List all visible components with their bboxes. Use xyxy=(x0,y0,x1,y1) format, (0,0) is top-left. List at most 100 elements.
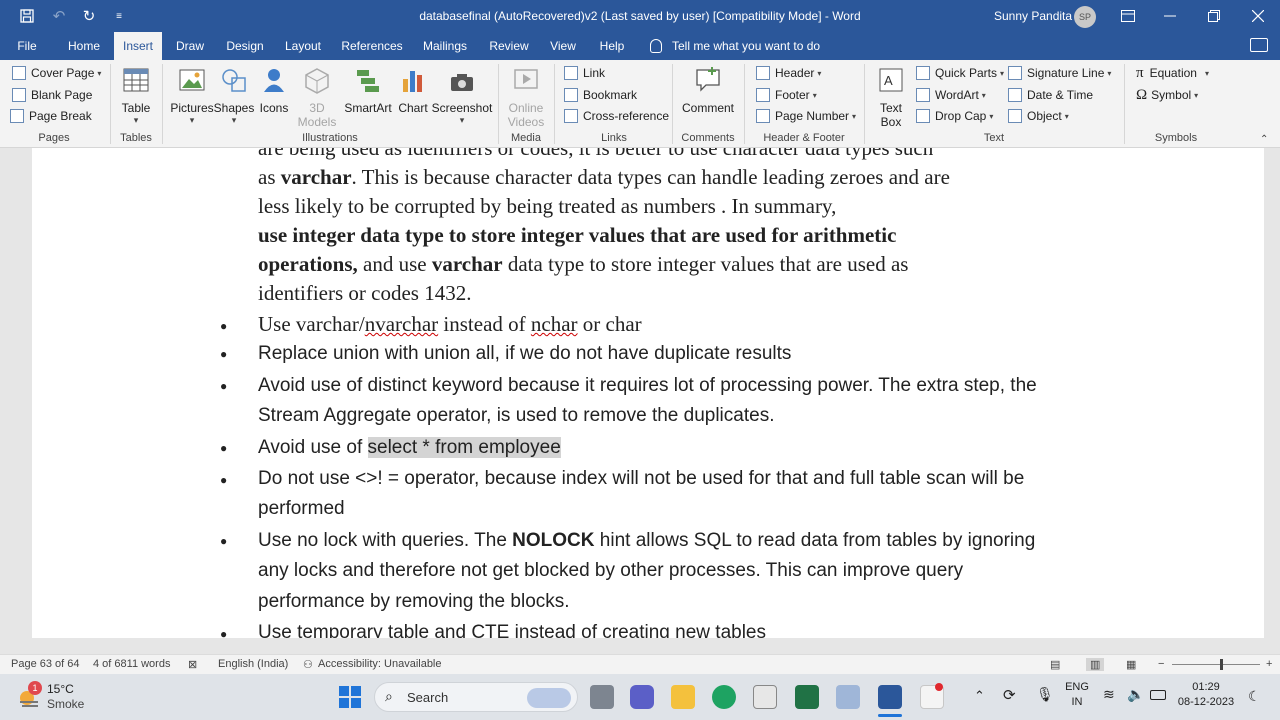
sync-icon[interactable]: ⟳ xyxy=(1003,686,1016,704)
equation-button[interactable]: π Equation ▾ xyxy=(1136,63,1209,83)
excel-icon[interactable] xyxy=(795,685,819,709)
focus-icon[interactable]: ▤ xyxy=(1050,658,1060,671)
weather-desc[interactable]: Smoke xyxy=(47,697,84,711)
tab-insert[interactable]: Insert xyxy=(114,32,162,60)
chevron-up-icon[interactable]: ⌃ xyxy=(974,688,985,704)
list-item: Use no lock with queries. The NOLOCK hin… xyxy=(258,530,1036,551)
edge-browser-icon[interactable] xyxy=(712,685,736,709)
drop-cap-button[interactable]: Drop Cap ▾ xyxy=(916,106,993,126)
save-icon[interactable] xyxy=(12,0,42,32)
page-count[interactable]: Page 63 of 64 xyxy=(11,658,80,670)
title-bar: ↶ ↻ ≡ databasefinal (AutoRecovered)v2 (L… xyxy=(0,0,1280,32)
pictures-button[interactable]: Pictures ▾ xyxy=(170,65,214,126)
table-button[interactable]: Table ▾ xyxy=(118,65,154,126)
bookmark-button[interactable]: Bookmark xyxy=(564,85,637,105)
volume-icon[interactable]: 🔈 xyxy=(1127,686,1144,703)
object-button[interactable]: Object ▾ xyxy=(1008,106,1069,126)
date-time-button[interactable]: Date & Time xyxy=(1008,85,1093,105)
shapes-button[interactable]: Shapes ▾ xyxy=(214,65,254,126)
tab-file[interactable]: File xyxy=(8,32,46,60)
language-status[interactable]: English (India) xyxy=(218,658,288,670)
proofing-icon[interactable]: ⊠ xyxy=(188,658,197,671)
comment-icon xyxy=(696,67,720,92)
accessibility-status[interactable]: Accessibility: Unavailable xyxy=(318,658,442,670)
snipping-tool-icon[interactable] xyxy=(753,685,777,709)
windows-start-icon[interactable] xyxy=(338,685,362,709)
collapse-ribbon-icon[interactable]: ⌃ xyxy=(1260,134,1268,145)
minimize-button[interactable] xyxy=(1148,0,1192,32)
quick-parts-button[interactable]: Quick Parts ▾ xyxy=(916,63,1004,83)
search-highlight-icon xyxy=(527,688,571,708)
chart-button[interactable]: Chart xyxy=(396,65,430,115)
taskbar-search[interactable]: ⌕ Search xyxy=(374,682,578,712)
word-icon[interactable] xyxy=(878,685,902,709)
page-number-button[interactable]: Page Number ▾ xyxy=(756,106,856,126)
tab-help[interactable]: Help xyxy=(594,32,630,60)
tab-view[interactable]: View xyxy=(546,32,580,60)
vertical-scrollbar[interactable] xyxy=(1264,148,1280,638)
tab-draw[interactable]: Draw xyxy=(170,32,210,60)
smartart-icon xyxy=(357,70,379,92)
print-layout-icon[interactable]: ▥ xyxy=(1086,658,1105,671)
microphone-icon[interactable]: 🎙 xyxy=(1036,686,1054,703)
comments-icon[interactable] xyxy=(1250,38,1268,52)
blank-page-button[interactable]: Blank Page xyxy=(12,85,92,105)
wordart-button[interactable]: WordArt ▾ xyxy=(916,85,986,105)
task-view-icon[interactable] xyxy=(590,685,614,709)
symbol-button[interactable]: Ω Symbol ▾ xyxy=(1136,85,1198,105)
customize-icon[interactable]: ≡ xyxy=(104,0,134,32)
page-number-icon xyxy=(756,109,770,123)
page-break-button[interactable]: Page Break xyxy=(10,106,92,126)
object-icon xyxy=(1008,109,1022,123)
avatar[interactable]: SP xyxy=(1074,6,1096,28)
smartart-button[interactable]: SmartArt xyxy=(344,65,392,115)
zoom-slider[interactable] xyxy=(1172,664,1260,665)
3d-models-button[interactable]: 3D Models xyxy=(294,65,340,129)
battery-icon[interactable] xyxy=(1150,690,1166,700)
tab-review[interactable]: Review xyxy=(486,32,532,60)
footer-button[interactable]: Footer ▾ xyxy=(756,85,817,105)
tell-me-search[interactable]: Tell me what you want to do xyxy=(650,32,820,60)
clock[interactable]: 01:29 08-12-2023 xyxy=(1176,680,1236,710)
language-indicator[interactable]: ENG IN xyxy=(1062,680,1092,710)
redo-icon[interactable]: ↻ xyxy=(74,0,104,32)
tab-layout[interactable]: Layout xyxy=(280,32,326,60)
ribbon-display-icon[interactable] xyxy=(1106,0,1150,32)
link-button[interactable]: Link xyxy=(564,63,605,83)
document-page[interactable]: are being used as identifiers or codes, … xyxy=(32,148,1264,638)
notification-icon[interactable]: ☾ xyxy=(1248,688,1261,705)
text-box-button[interactable]: A Text Box xyxy=(872,65,910,129)
app-icon[interactable] xyxy=(836,685,860,709)
word-count[interactable]: 4 of 6811 words xyxy=(93,658,170,670)
undo-icon[interactable]: ↶ xyxy=(44,0,74,32)
drop-cap-icon xyxy=(916,109,930,123)
cover-page-button[interactable]: Cover Page ▾ xyxy=(12,63,101,83)
zoom-in-icon[interactable]: + xyxy=(1266,658,1272,670)
file-explorer-icon[interactable] xyxy=(671,685,695,709)
header-button[interactable]: Header ▾ xyxy=(756,63,821,83)
wifi-icon[interactable]: ≋ xyxy=(1103,686,1115,703)
selected-text: select * from employee xyxy=(367,437,561,458)
icons-button[interactable]: Icons xyxy=(257,65,291,115)
tab-design[interactable]: Design xyxy=(222,32,268,60)
close-button[interactable] xyxy=(1236,0,1280,32)
tab-references[interactable]: References xyxy=(340,32,404,60)
zoom-out-icon[interactable]: − xyxy=(1158,658,1164,670)
tab-home[interactable]: Home xyxy=(62,32,106,60)
signature-line-button[interactable]: Signature Line ▾ xyxy=(1008,63,1111,83)
web-layout-icon[interactable]: ▦ xyxy=(1126,658,1136,671)
group-label-comments: Comments xyxy=(681,132,735,144)
tab-mailings[interactable]: Mailings xyxy=(418,32,472,60)
group-label-header-footer: Header & Footer xyxy=(763,132,845,144)
cross-reference-button[interactable]: Cross-reference xyxy=(564,106,669,126)
restore-button[interactable] xyxy=(1192,0,1236,32)
user-name[interactable]: Sunny Pandita xyxy=(994,9,1072,23)
svg-text:A: A xyxy=(884,73,893,88)
weather-temp[interactable]: 15°C xyxy=(47,682,74,696)
screenshot-button[interactable]: Screenshot ▾ xyxy=(432,65,492,126)
zoom-slider-thumb[interactable] xyxy=(1220,659,1223,670)
online-videos-button[interactable]: Online Videos xyxy=(504,65,548,129)
comment-button[interactable]: Comment xyxy=(680,65,736,115)
wordart-icon xyxy=(916,88,930,102)
teams-icon[interactable] xyxy=(630,685,654,709)
